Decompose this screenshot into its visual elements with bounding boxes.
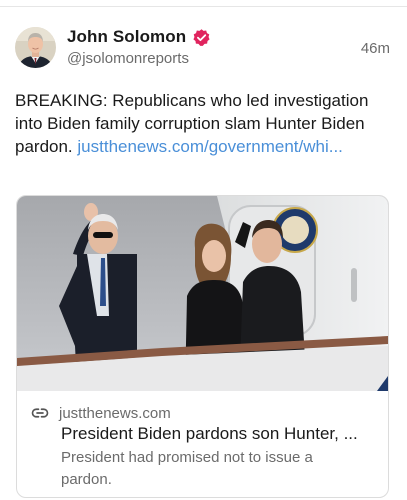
author-display-name[interactable]: John Solomon — [67, 27, 186, 47]
link-card-title[interactable]: President Biden pardons son Hunter, ... — [61, 424, 379, 444]
post-text: BREAKING: Republicans who led investigat… — [15, 89, 393, 158]
link-icon — [31, 404, 49, 422]
post-link[interactable]: justthenews.com/government/whi... — [77, 137, 343, 156]
link-card-domain-row: justthenews.com — [31, 404, 171, 422]
link-card[interactable]: justthenews.com President Biden pardons … — [16, 195, 389, 498]
author-handle[interactable]: @jsolomonreports — [67, 50, 189, 67]
author-name-row: John Solomon — [67, 26, 211, 48]
avatar[interactable] — [15, 27, 56, 68]
link-card-domain: justthenews.com — [59, 404, 171, 422]
link-card-description: President had promised not to issue a pa… — [61, 449, 313, 488]
verified-badge-icon — [192, 28, 211, 47]
link-card-image[interactable] — [17, 196, 388, 391]
post-timestamp[interactable]: 46m — [361, 40, 390, 57]
top-divider — [0, 0, 407, 7]
avatar-image — [15, 27, 56, 68]
